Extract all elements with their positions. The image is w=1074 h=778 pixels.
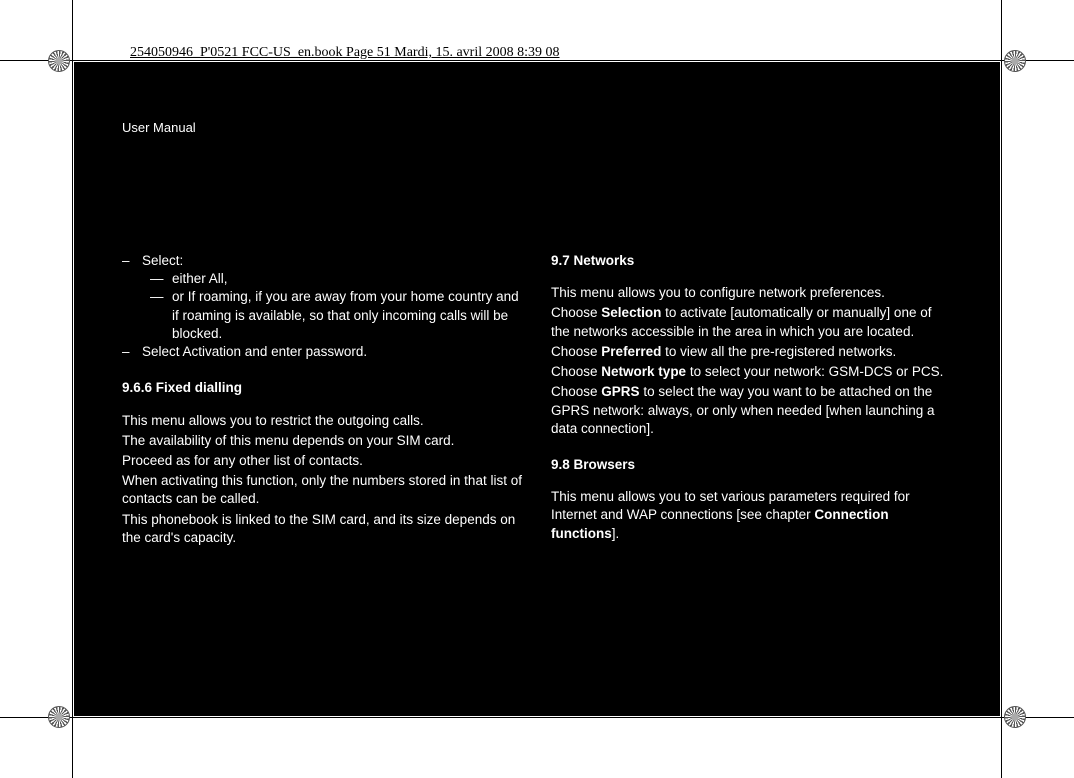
- list-text: Select:: [142, 252, 183, 270]
- right-column: 9.7 Networks This menu allows you to con…: [551, 252, 952, 549]
- registration-mark-icon: [1004, 706, 1026, 728]
- list-item: — either All,: [122, 270, 523, 288]
- list-text: either All,: [172, 270, 228, 288]
- imprint-text: 254050946_P'0521 FCC-US_en.book Page 51 …: [130, 45, 560, 61]
- body-text: This menu allows you to configure networ…: [551, 284, 952, 302]
- bullet-emdash: —: [150, 288, 172, 343]
- body-text: Choose GPRS to select the way you want t…: [551, 383, 952, 438]
- section-heading: 9.7 Networks: [551, 252, 952, 270]
- bold-term: Preferred: [601, 344, 661, 359]
- body-text: The availability of this menu depends on…: [122, 432, 523, 450]
- body-text: This phonebook is linked to the SIM card…: [122, 511, 523, 547]
- registration-mark-icon: [48, 706, 70, 728]
- list-item: – Select:: [122, 252, 523, 270]
- crop-line-left: [72, 0, 73, 778]
- bullet-emdash: —: [150, 270, 172, 288]
- registration-mark-icon: [1004, 50, 1026, 72]
- section-heading: 9.6.6 Fixed dialling: [122, 379, 523, 397]
- crop-line-bottom: [0, 717, 1074, 718]
- bold-term: Selection: [601, 305, 661, 320]
- list-item: – Select Activation and enter password.: [122, 343, 523, 361]
- bullet-dash: –: [122, 343, 142, 361]
- left-column: – Select: — either All, — or If roaming,…: [122, 252, 523, 549]
- content-columns: – Select: — either All, — or If roaming,…: [122, 252, 952, 549]
- manual-page: User Manual – Select: — either All, — or…: [74, 62, 1000, 716]
- body-text: Choose Selection to activate [automatica…: [551, 304, 952, 340]
- bullet-dash: –: [122, 252, 142, 270]
- body-text: Proceed as for any other list of contact…: [122, 452, 523, 470]
- list-text: Select Activation and enter password.: [142, 343, 367, 361]
- body-text: This menu allows you to set various para…: [551, 488, 952, 543]
- list-text: or If roaming, if you are away from your…: [172, 288, 523, 343]
- section-heading: 9.8 Browsers: [551, 456, 952, 474]
- page-header: User Manual: [122, 120, 196, 135]
- crop-line-right: [1001, 0, 1002, 778]
- bold-term: Network type: [601, 364, 686, 379]
- body-text: This menu allows you to restrict the out…: [122, 412, 523, 430]
- body-text: Choose Network type to select your netwo…: [551, 363, 952, 381]
- registration-mark-icon: [48, 50, 70, 72]
- body-text: When activating this function, only the …: [122, 472, 523, 508]
- list-item: — or If roaming, if you are away from yo…: [122, 288, 523, 343]
- body-text: Choose Preferred to view all the pre-reg…: [551, 343, 952, 361]
- bold-term: GPRS: [601, 384, 639, 399]
